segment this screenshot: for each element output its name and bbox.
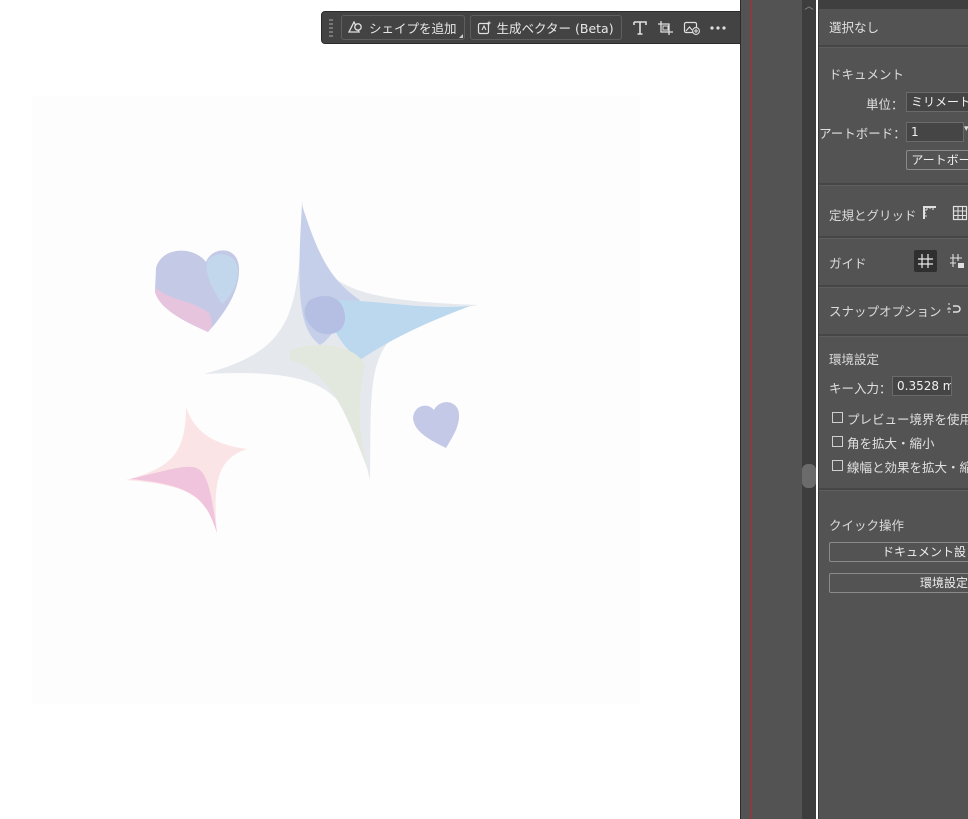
section-divider	[819, 183, 968, 186]
scale-strokes-checkbox[interactable]	[832, 460, 843, 471]
selection-status: 選択なし	[829, 20, 880, 35]
generative-vector-button[interactable]: 生成ベクター (Beta)	[469, 15, 622, 40]
preview-bounds-checkbox[interactable]	[832, 412, 843, 423]
preview-bounds-label: プレビュー境界を使用	[847, 412, 968, 427]
section-divider	[819, 334, 968, 337]
shape-icon	[348, 20, 362, 33]
vertical-scrollbar[interactable]	[802, 0, 816, 819]
show-guides-toggle[interactable]	[914, 250, 937, 272]
crop-artboard-button[interactable]	[653, 15, 679, 40]
contextual-task-bar: シェイプを追加 生成ベクター (Beta)	[321, 11, 740, 44]
artboard-crop-icon	[657, 20, 673, 35]
units-label: 単位：	[866, 97, 904, 112]
scroll-up-arrow-icon[interactable]: ︿	[802, 0, 816, 14]
scrollbar-thumb[interactable]	[802, 464, 816, 488]
image-add-icon	[683, 21, 700, 35]
chevron-down-icon[interactable]: ▾	[964, 124, 968, 134]
ruler-icon[interactable]	[922, 205, 938, 221]
scale-corners-checkbox[interactable]	[832, 436, 843, 447]
lock-guides-icon[interactable]	[948, 252, 966, 270]
section-divider	[819, 236, 968, 239]
type-icon	[632, 20, 647, 35]
artboard-label: アートボード：	[819, 126, 906, 141]
section-divider	[819, 488, 968, 491]
place-image-button[interactable]	[679, 15, 705, 40]
section-divider	[819, 285, 968, 288]
ellipsis-icon	[709, 25, 726, 30]
type-tool-button[interactable]	[627, 15, 653, 40]
keyboard-increment-input[interactable]: 0.3528 m	[892, 376, 952, 396]
rulers-grids-title: 定規とグリッド	[829, 208, 917, 223]
sparkles-artwork[interactable]	[0, 0, 740, 819]
snap-options-title: スナップオプション	[829, 304, 942, 319]
canvas-area[interactable]: シェイプを追加 生成ベクター (Beta)	[0, 0, 740, 819]
quick-actions-title: クイック操作	[829, 518, 905, 533]
properties-panel: 選択なし ドキュメント 単位： ミリメート アートボード： 1 ▾ アートボー …	[818, 0, 968, 819]
scale-strokes-label: 線幅と効果を拡大・縮	[847, 460, 968, 475]
document-section-title: ドキュメント	[829, 67, 905, 82]
edit-artboards-button[interactable]: アートボー	[906, 150, 968, 170]
units-select[interactable]: ミリメート	[906, 92, 968, 112]
heart-small	[413, 402, 460, 448]
generative-vector-label: 生成ベクター (Beta)	[496, 21, 614, 36]
grid-icon[interactable]	[952, 205, 968, 221]
guides-title: ガイド	[829, 256, 867, 271]
more-options-indicator	[458, 34, 463, 38]
artboard-select[interactable]: 1	[906, 122, 964, 142]
preferences-title: 環境設定	[829, 352, 880, 367]
document-setup-button[interactable]: ドキュメント設	[829, 542, 968, 562]
guides-icon	[918, 254, 933, 268]
drag-handle[interactable]	[329, 18, 333, 37]
canvas-edge-guide	[750, 0, 751, 819]
add-shape-button[interactable]: シェイプを追加	[341, 15, 465, 40]
section-divider	[819, 45, 968, 48]
scale-corners-label: 角を拡大・縮小	[847, 436, 935, 451]
keyboard-increment-label: キー入力：	[829, 381, 892, 396]
generate-vector-icon	[477, 20, 492, 35]
add-shape-label: シェイプを追加	[369, 21, 457, 36]
snap-to-point-icon[interactable]	[946, 301, 964, 317]
preferences-button[interactable]: 環境設定	[829, 573, 968, 593]
more-button[interactable]	[705, 15, 731, 40]
panel-tab-strip[interactable]	[819, 0, 968, 9]
